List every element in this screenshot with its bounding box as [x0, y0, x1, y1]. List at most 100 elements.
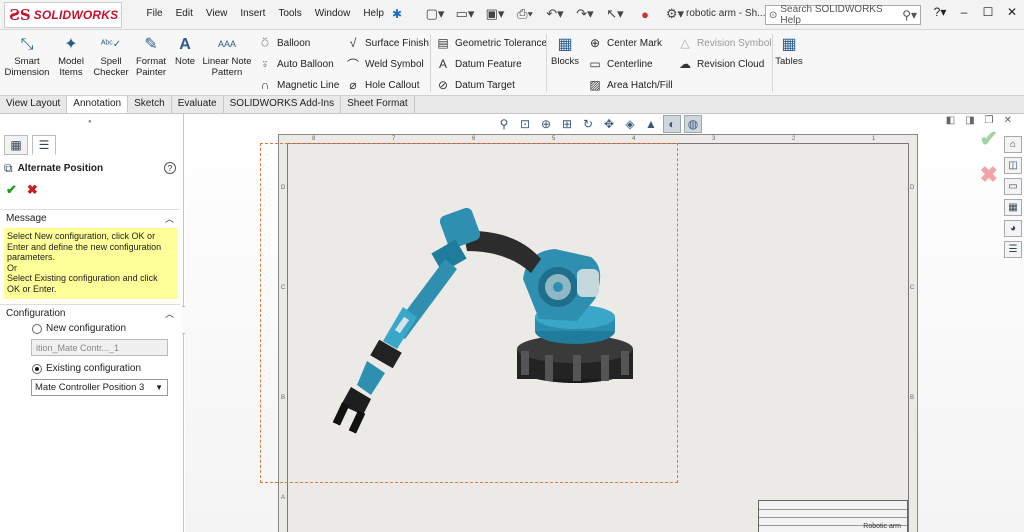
print-icon[interactable]: ⎙▾: [512, 5, 538, 23]
custom-properties-icon[interactable]: ☰: [1004, 241, 1022, 258]
existing-configuration-select[interactable]: Mate Controller Position 3 ▼: [31, 379, 168, 396]
minimize-button[interactable]: –: [956, 5, 972, 19]
zone-letter: D: [910, 185, 915, 191]
display-style-icon[interactable]: ▲: [642, 115, 660, 133]
surface-finish-button[interactable]: √ Surface Finish: [346, 36, 429, 50]
traffic-light-icon[interactable]: ●: [632, 5, 658, 23]
menu-file[interactable]: File: [140, 8, 169, 19]
confirm-cancel-icon[interactable]: ✖: [980, 162, 998, 188]
menu-view[interactable]: View: [199, 8, 234, 19]
revision-symbol-icon: △: [680, 36, 690, 50]
search-input[interactable]: ⊙ Search SOLIDWORKS Help ⚲▾: [765, 4, 921, 26]
balloon-button[interactable]: ⍥ Balloon: [258, 36, 310, 50]
tab-evaluate[interactable]: Evaluate: [172, 96, 224, 113]
file-explorer-icon[interactable]: ▭: [1004, 178, 1022, 195]
linear-note-pattern-button[interactable]: AAA Linear Note Pattern: [200, 34, 254, 79]
menu-edit[interactable]: Edit: [169, 8, 199, 19]
message-line: Or: [7, 262, 17, 273]
search-icon[interactable]: ⚲▾: [902, 8, 917, 22]
menu-bar: File Edit View Insert Tools Window Help: [140, 8, 390, 19]
graphics-area[interactable]: ⚲ ⊡ ⊕ ⊞ ↻ ✥ ◈ ▲ ◐ ◍ ◧ ◨ ❐ ✕ 8 7 6 5 4 3 …: [185, 114, 1024, 532]
magnetic-line-button[interactable]: ∩ Magnetic Line: [258, 78, 340, 92]
radio-button-selected[interactable]: [32, 363, 42, 374]
datum-target-button[interactable]: ⊘ Datum Target: [436, 78, 515, 92]
zoom-to-selection-icon[interactable]: ⊞: [558, 115, 576, 133]
command-manager-ribbon: ⤡ Smart Dimension ✦ Model Items ᴬᵇᶜ✓ Spe…: [0, 30, 1024, 96]
blocks-button[interactable]: ▦ Blocks: [550, 34, 580, 67]
save-icon[interactable]: ▣▾: [482, 5, 508, 23]
appearance-icon[interactable]: ◍: [684, 115, 702, 133]
restore-window-icon[interactable]: ❐: [985, 115, 994, 126]
tab-view-layout[interactable]: View Layout: [0, 96, 68, 113]
center-mark-button[interactable]: ⊕ Center Mark: [588, 36, 662, 50]
cancel-button[interactable]: ✖: [27, 182, 38, 198]
menu-help[interactable]: Help: [357, 8, 391, 19]
redo-icon[interactable]: ↷▾: [572, 5, 598, 23]
geometric-tolerance-button[interactable]: ▤ Geometric Tolerance: [436, 36, 547, 50]
view-palette-icon[interactable]: ▦: [1004, 199, 1022, 216]
menu-window[interactable]: Window: [308, 8, 357, 19]
undo-icon[interactable]: ↶▾: [542, 5, 568, 23]
tab-annotation[interactable]: Annotation: [67, 96, 129, 113]
area-hatch-button[interactable]: ▨ Area Hatch/Fill: [588, 78, 672, 92]
zoom-to-area-icon[interactable]: ⊡: [516, 115, 534, 133]
auto-balloon-icon: ⍤: [261, 56, 269, 71]
design-library-icon[interactable]: ◫: [1004, 157, 1022, 174]
open-folder-icon[interactable]: ▭▾: [452, 5, 478, 23]
help-icon[interactable]: ?: [164, 162, 176, 174]
radio-button[interactable]: [32, 323, 42, 334]
solidworks-logo[interactable]: ƧS SOLIDWORKS: [4, 2, 122, 28]
menu-tools[interactable]: Tools: [272, 8, 308, 19]
section-view-icon[interactable]: ◈: [621, 115, 639, 133]
new-configuration-radio[interactable]: New configuration: [32, 323, 126, 334]
hole-callout-button[interactable]: ⌀ Hole Callout: [346, 78, 419, 92]
pan-icon[interactable]: ✥: [600, 115, 618, 133]
message-header-label: Message: [6, 213, 47, 224]
quick-access-toolbar: ▢▾ ▭▾ ▣▾ ⎙▾ ↶▾ ↷▾ ↖▾ ● ⚙▾: [422, 5, 688, 23]
tab-solidworks-addins[interactable]: SOLIDWORKS Add-Ins: [224, 96, 342, 113]
tile-left-icon[interactable]: ◧: [946, 115, 955, 126]
property-manager-tab-icon[interactable]: ☰: [32, 135, 56, 155]
model-items-button[interactable]: ✦ Model Items: [54, 34, 88, 78]
help-question-icon[interactable]: ?▾: [932, 5, 948, 19]
spell-checker-button[interactable]: ᴬᵇᶜ✓ Spell Checker: [92, 34, 130, 79]
revision-symbol-button[interactable]: △ Revision Symbol: [678, 36, 771, 50]
window-controls: ?▾ – ☐ ✕: [932, 5, 1020, 19]
panel-drag-handle[interactable]: ●: [88, 119, 92, 125]
datum-feature-button[interactable]: A Datum Feature: [436, 57, 522, 71]
home-icon[interactable]: ⌂: [1004, 136, 1022, 153]
new-document-icon[interactable]: ▢▾: [422, 5, 448, 23]
menu-insert[interactable]: Insert: [234, 8, 272, 19]
tab-sketch[interactable]: Sketch: [128, 96, 172, 113]
close-window-icon[interactable]: ✕: [1004, 115, 1012, 126]
feature-tree-tab-icon[interactable]: ▦: [4, 135, 28, 155]
existing-configuration-radio[interactable]: Existing configuration: [32, 363, 141, 374]
zoom-to-fit-icon[interactable]: ⚲: [495, 115, 513, 133]
pin-icon[interactable]: ✱: [392, 7, 402, 21]
magnetic-line-icon: ∩: [260, 78, 270, 92]
tab-sheet-format[interactable]: Sheet Format: [341, 96, 415, 113]
close-button[interactable]: ✕: [1004, 5, 1020, 19]
robotic-arm-model[interactable]: [295, 199, 645, 444]
maximize-button[interactable]: ☐: [980, 5, 996, 19]
ok-button[interactable]: ✔: [6, 182, 17, 198]
message-section-header[interactable]: Message ︿: [0, 209, 180, 227]
zoom-in-out-icon[interactable]: ⊕: [537, 115, 555, 133]
confirm-ok-icon[interactable]: ✔: [980, 126, 998, 152]
rotate-icon[interactable]: ↻: [579, 115, 597, 133]
options-gear-icon[interactable]: ⚙▾: [662, 5, 688, 23]
format-painter-button[interactable]: ✎ Format Painter: [132, 34, 170, 78]
smart-dimension-button[interactable]: ⤡ Smart Dimension: [4, 34, 50, 78]
tables-button[interactable]: ▦ Tables: [774, 34, 804, 67]
new-configuration-name-field[interactable]: ition_Mate Contr..._1: [31, 339, 168, 356]
appearances-icon[interactable]: ◕: [1004, 220, 1022, 237]
note-button[interactable]: A Note: [172, 34, 198, 67]
hide-show-items-icon[interactable]: ◐: [663, 115, 681, 133]
centerline-button[interactable]: ▭ Centerline: [588, 57, 652, 71]
auto-balloon-button[interactable]: ⍤ Auto Balloon: [258, 56, 333, 71]
configuration-section-header[interactable]: Configuration ︿: [0, 304, 180, 322]
select-arrow-icon[interactable]: ↖▾: [602, 5, 628, 23]
tile-right-icon[interactable]: ◨: [965, 115, 974, 126]
revision-cloud-button[interactable]: ☁ Revision Cloud: [678, 57, 764, 71]
weld-symbol-button[interactable]: ⌒ Weld Symbol: [346, 57, 424, 72]
